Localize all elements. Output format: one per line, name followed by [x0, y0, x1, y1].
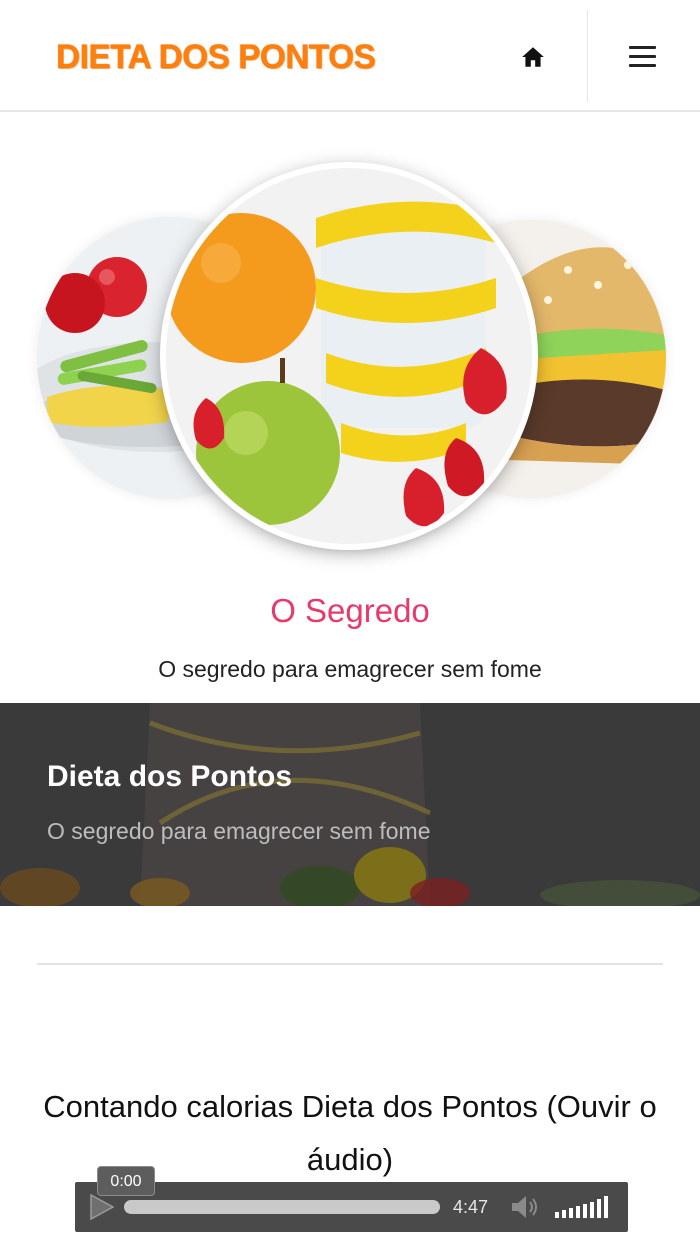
header-divider — [587, 10, 588, 102]
hamburger-menu-icon-bar — [629, 64, 656, 67]
home-icon — [522, 47, 544, 67]
volume-bar — [604, 1196, 608, 1218]
site-header: DIETA DOS PONTOS — [0, 0, 700, 112]
hero-banner — [0, 703, 700, 906]
audio-progress-track[interactable] — [124, 1200, 440, 1214]
hero-carousel — [0, 150, 700, 555]
banner-title: Dieta dos Pontos — [47, 760, 293, 793]
volume-bar — [569, 1208, 573, 1218]
main-diet-image[interactable] — [166, 168, 532, 544]
hamburger-menu-icon-bar — [629, 55, 656, 58]
volume-bar — [576, 1206, 580, 1218]
speaker-icon — [512, 1196, 537, 1218]
section-subtitle: O segredo para emagrecer sem fome — [158, 656, 542, 682]
volume-slider[interactable] — [553, 1192, 615, 1222]
audio-duration: 4:47 — [453, 1197, 489, 1217]
volume-bar — [562, 1210, 566, 1218]
section-title: O Segredo — [270, 592, 430, 629]
section-divider — [37, 963, 663, 965]
menu-button[interactable] — [620, 38, 666, 78]
hamburger-menu-icon — [629, 46, 656, 49]
home-button[interactable] — [512, 38, 554, 78]
volume-bar — [583, 1204, 587, 1218]
volume-bar — [590, 1202, 594, 1218]
volume-button[interactable] — [509, 1193, 543, 1221]
current-time-tooltip: 0:00 — [97, 1166, 155, 1196]
site-logo[interactable]: DIETA DOS PONTOS — [56, 38, 376, 77]
volume-bar — [555, 1212, 559, 1218]
banner-subtitle: O segredo para emagrecer sem fome — [47, 818, 431, 844]
volume-bar — [597, 1199, 601, 1218]
